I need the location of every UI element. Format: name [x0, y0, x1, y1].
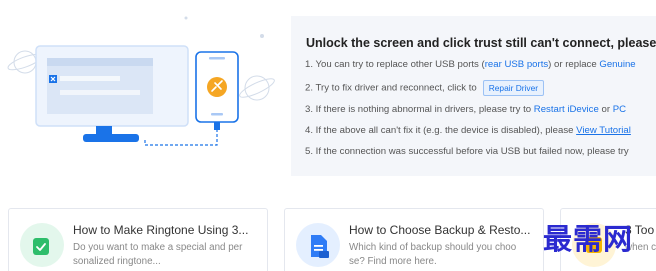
card-description: Do you want to make a special and per so… — [73, 241, 265, 269]
rear-usb-ports-link[interactable]: rear USB ports — [485, 59, 548, 70]
device-connection-illustration — [7, 16, 275, 146]
connection-help-panel: Unlock the screen and click trust still … — [291, 16, 656, 176]
monitor-icon — [35, 45, 189, 142]
help-step-2: 2. Try to fix driver and reconnect, clic… — [305, 80, 545, 96]
restart-pc-link[interactable]: PC — [613, 104, 626, 115]
help-step-5-text: 5. If the connection was successful befo… — [305, 146, 629, 157]
usb-plug — [214, 122, 220, 130]
genuine-link[interactable]: Genuine — [599, 59, 635, 70]
restart-idevice-link[interactable]: Restart iDevice — [534, 104, 599, 115]
help-step-1-text: 1. You can try to replace other USB port… — [305, 59, 485, 70]
card-title: How to Make Ringtone Using 3... — [73, 223, 249, 237]
help-step-3-text: 3. If there is nothing abnormal in drive… — [305, 104, 534, 115]
ringtone-icon — [33, 238, 49, 255]
help-step-3: 3. If there is nothing abnormal in drive… — [305, 104, 626, 115]
help-step-4-text: 4. If the above all can't fix it (e.g. t… — [305, 125, 577, 136]
decorative-dot — [260, 34, 264, 38]
help-title: Unlock the screen and click trust still … — [306, 36, 656, 50]
help-step-3-mid: or — [598, 104, 613, 115]
decorative-dot — [184, 16, 188, 20]
view-tutorial-link[interactable]: View Tutorial — [576, 125, 631, 136]
article-card-backup[interactable]: How to Choose Backup & Resto... Which ki… — [284, 208, 544, 271]
help-step-2-text: 2. Try to fix driver and reconnect, clic… — [305, 82, 477, 94]
card-description-line: Do you want to make a special and per — [73, 242, 243, 253]
document-icon — [311, 235, 329, 258]
help-step-4: 4. If the above all can't fix it (e.g. t… — [305, 125, 631, 136]
card-description-line: Which kind of backup should you choo — [349, 242, 517, 253]
article-card-ringtone[interactable]: How to Make Ringtone Using 3... Do you w… — [8, 208, 268, 271]
help-step-1-mid: ) or replace — [548, 59, 600, 70]
decorative-planet-right — [239, 75, 275, 101]
help-step-1: 1. You can try to replace other USB port… — [305, 59, 636, 70]
phone-icon — [195, 51, 239, 123]
card-description-line: sonalized ringtone... — [73, 256, 161, 267]
usb-cable — [144, 124, 218, 146]
card-description: Which kind of backup should you choo se?… — [349, 241, 541, 269]
repair-driver-button[interactable]: Repair Driver — [482, 80, 545, 96]
card-title: How to Choose Backup & Resto... — [349, 223, 531, 237]
card-description-line: se? Find more here. — [349, 256, 437, 267]
help-step-5: 5. If the connection was successful befo… — [305, 146, 629, 157]
watermark-logo: 最需网 — [543, 222, 634, 256]
